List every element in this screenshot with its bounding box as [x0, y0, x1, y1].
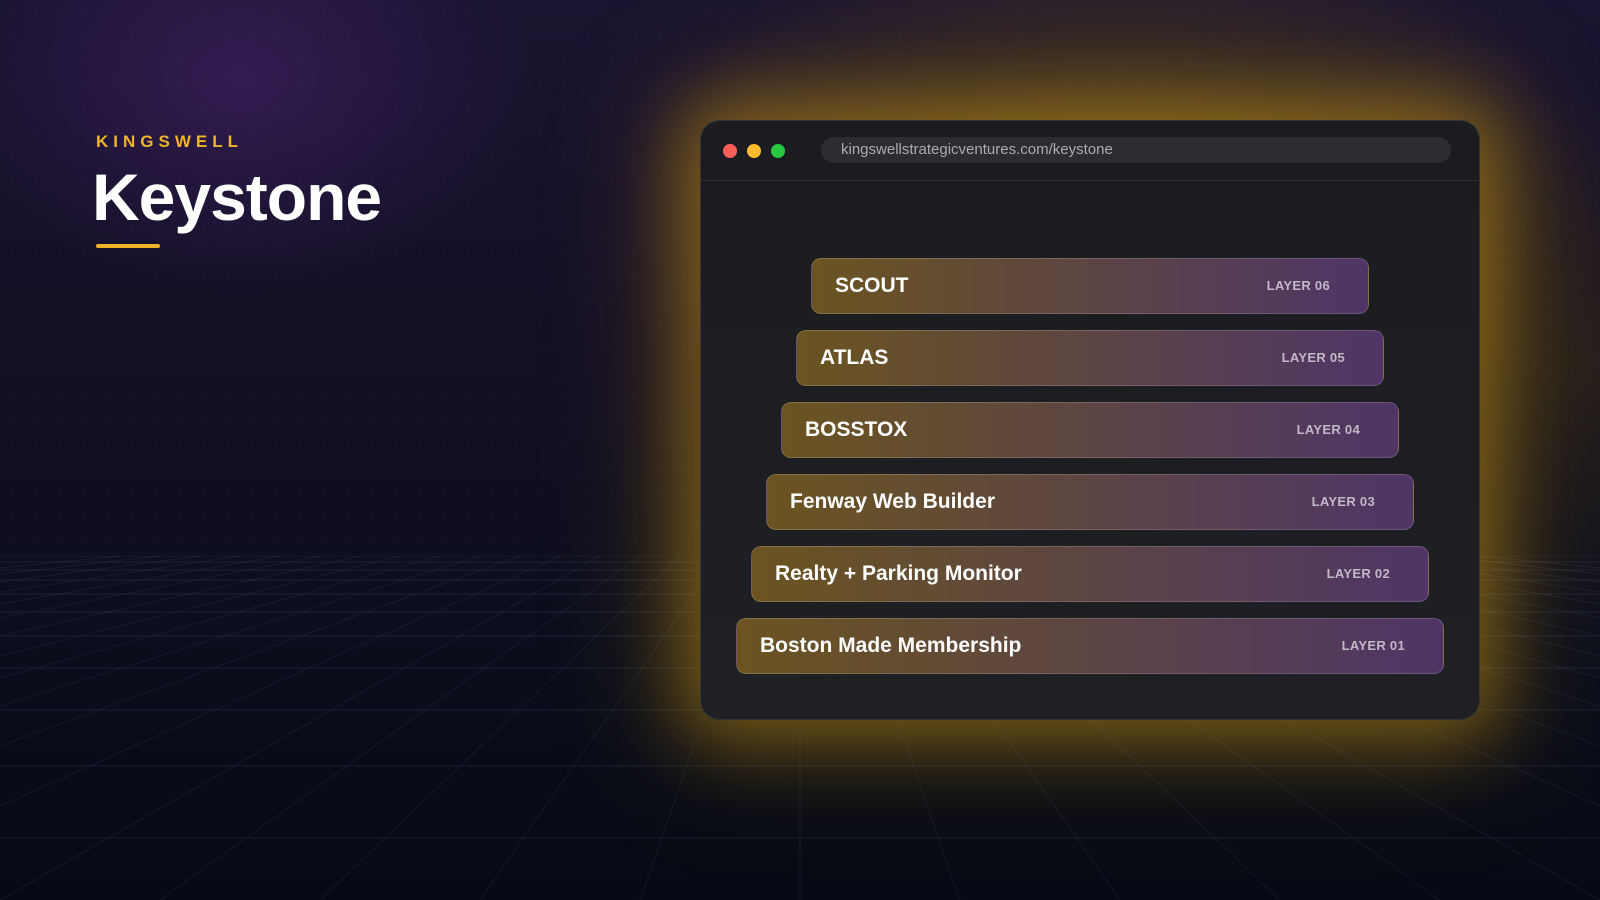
- layer-name: Fenway Web Builder: [790, 490, 995, 513]
- brand-name: KINGSWELL: [96, 132, 243, 151]
- layer-card-atlas[interactable]: ATLAS LAYER 05: [796, 330, 1384, 386]
- slide-stage: KINGSWELL Keystone kingswellstrategicven…: [0, 0, 1600, 900]
- hero-heading: KINGSWELL Keystone: [92, 130, 382, 248]
- address-bar[interactable]: kingswellstrategicventures.com/keystone: [821, 137, 1451, 163]
- layer-number: LAYER 04: [1296, 422, 1360, 437]
- layer-name: ATLAS: [820, 346, 889, 369]
- layer-name: Realty + Parking Monitor: [775, 562, 1022, 585]
- layer-number: LAYER 02: [1326, 566, 1390, 581]
- title-underline: [96, 244, 160, 248]
- layer-name: BOSSTOX: [805, 418, 908, 441]
- layer-number: LAYER 05: [1281, 350, 1345, 365]
- page-title: Keystone: [92, 160, 382, 234]
- layer-number: LAYER 03: [1311, 494, 1375, 509]
- browser-window: kingswellstrategicventures.com/keystone …: [700, 120, 1480, 720]
- maximize-window-dot[interactable]: [771, 144, 785, 158]
- layer-card-realty-parking-monitor[interactable]: Realty + Parking Monitor LAYER 02: [751, 546, 1429, 602]
- minimize-window-dot[interactable]: [747, 144, 761, 158]
- close-window-dot[interactable]: [723, 144, 737, 158]
- browser-toolbar: kingswellstrategicventures.com/keystone: [701, 121, 1479, 181]
- layer-name: Boston Made Membership: [760, 634, 1022, 657]
- layer-number: LAYER 01: [1341, 638, 1405, 653]
- layer-card-bosstox[interactable]: BOSSTOX LAYER 04: [781, 402, 1399, 458]
- layer-number: LAYER 06: [1266, 278, 1330, 293]
- layer-card-fenway-web-builder[interactable]: Fenway Web Builder LAYER 03: [766, 474, 1414, 530]
- layer-name: SCOUT: [835, 274, 909, 297]
- layer-card-boston-made-membership[interactable]: Boston Made Membership LAYER 01: [736, 618, 1444, 674]
- layer-card-scout[interactable]: SCOUT LAYER 06: [811, 258, 1369, 314]
